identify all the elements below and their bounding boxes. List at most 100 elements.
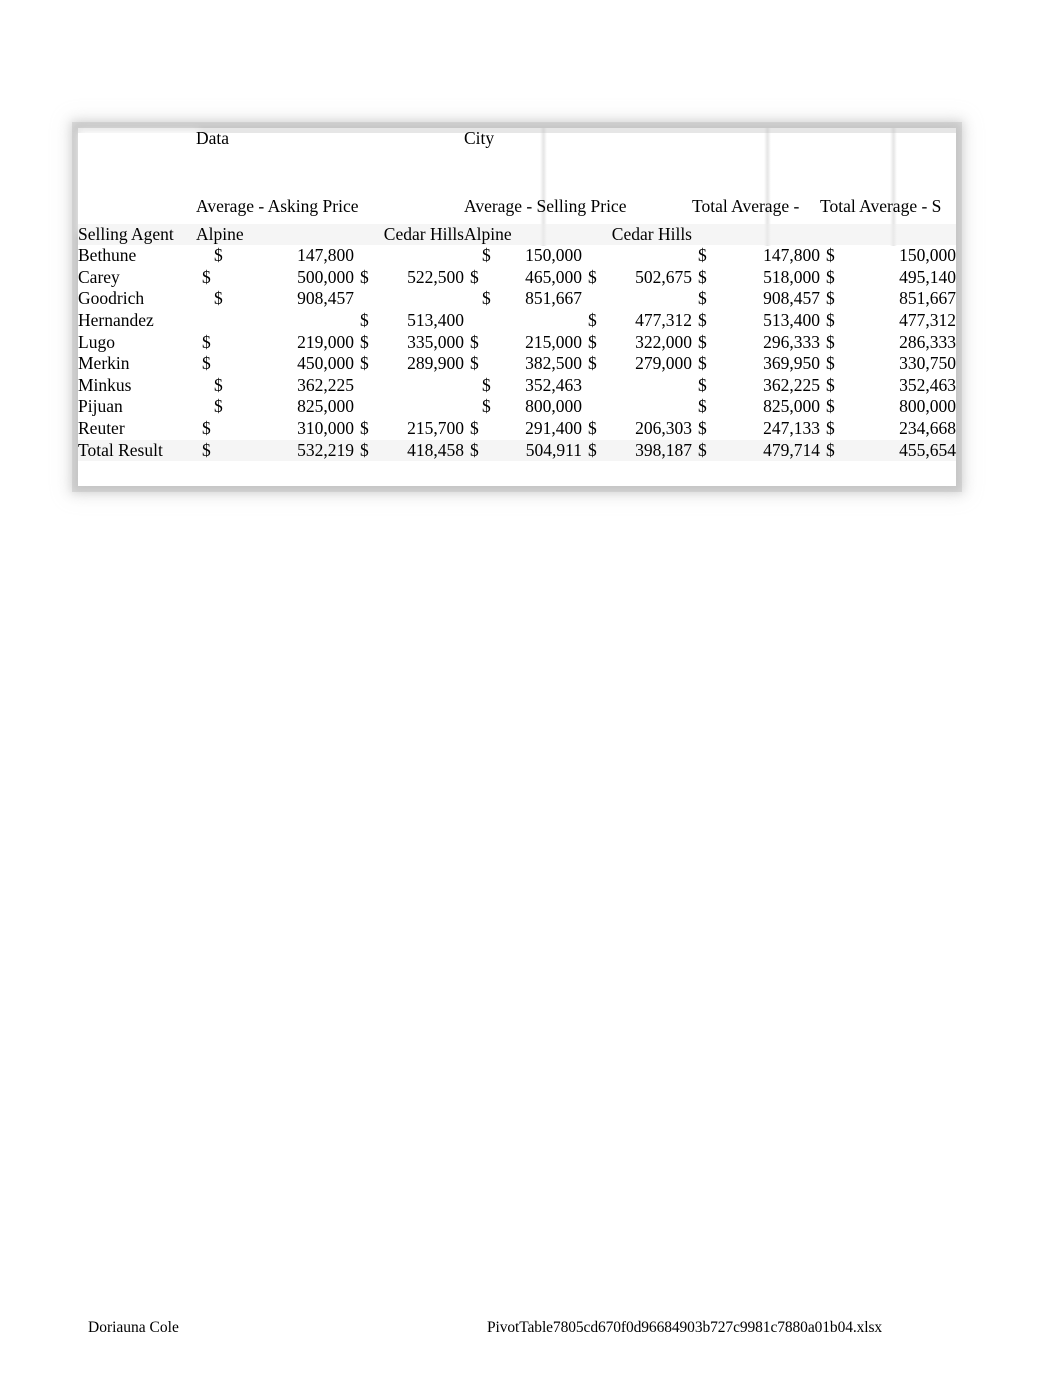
currency-symbol: $: [588, 417, 597, 438]
pivot-corner-cell: [78, 128, 196, 150]
currency-symbol: $: [482, 374, 491, 395]
cell-value: 382,500: [525, 353, 582, 374]
currency-symbol: $: [202, 417, 211, 438]
spacer-cell-6: [820, 150, 956, 196]
currency-symbol: $: [588, 353, 597, 374]
subheader-selling-cedar-hills[interactable]: Cedar Hills: [582, 223, 692, 246]
cell-asking-price-cedar-hills: [354, 288, 464, 310]
measure-label-selling-price[interactable]: Average - Selling Price: [464, 196, 626, 224]
row-label-minkus[interactable]: Minkus: [78, 375, 196, 397]
currency-symbol: $: [360, 331, 369, 352]
cell-selling-price-cedar-hills: $502,675: [582, 267, 692, 289]
currency-symbol: $: [214, 288, 223, 309]
currency-symbol: $: [698, 417, 707, 438]
cell-asking-price-cedar-hills: $418,458: [354, 439, 464, 462]
cell-asking-price-alpine: $532,219: [196, 439, 354, 462]
cell-total-average-asking-price: $296,333: [692, 332, 820, 354]
spacer-cell-0: [78, 150, 196, 196]
currency-symbol: $: [470, 331, 479, 352]
currency-symbol: $: [826, 266, 835, 287]
table-row: Lugo $219,000 $335,000 $215,000 $322,000 $296…: [78, 332, 956, 354]
row-field-label-selling-agent[interactable]: Selling Agent: [78, 223, 196, 246]
cell-value: 908,457: [763, 288, 820, 309]
row-label-merkin[interactable]: Merkin: [78, 353, 196, 375]
spacer-cell-5: [692, 150, 820, 196]
cell-asking-price-alpine: [196, 310, 354, 332]
cell-total-average-selling-price: $851,667: [820, 288, 956, 310]
currency-symbol: $: [214, 374, 223, 395]
row-label-bethune[interactable]: Bethune: [78, 245, 196, 267]
cell-value: 330,750: [899, 353, 956, 374]
field-label-data[interactable]: Data: [196, 128, 354, 150]
row-label-hernandez[interactable]: Hernandez: [78, 310, 196, 332]
row-label-pijuan[interactable]: Pijuan: [78, 396, 196, 418]
currency-symbol: $: [360, 417, 369, 438]
cell-total-average-asking-price: $369,950: [692, 353, 820, 375]
cell-selling-price-cedar-hills: [582, 396, 692, 418]
cell-value: 150,000: [525, 245, 582, 266]
measure-spacer-cell-1: [354, 196, 464, 224]
currency-symbol: $: [588, 331, 597, 352]
cell-total-average-selling-price: $234,668: [820, 418, 956, 440]
cell-total-average-asking-price: $825,000: [692, 396, 820, 418]
row-label-carey[interactable]: Carey: [78, 267, 196, 289]
row-label-lugo[interactable]: Lugo: [78, 332, 196, 354]
table-row: Bethune $147,800 $150,000 $147,800 $150,000: [78, 245, 956, 267]
subheader-asking-cedar-hills[interactable]: Cedar Hills: [354, 223, 464, 246]
currency-symbol: $: [826, 353, 835, 374]
cell-asking-price-cedar-hills: [354, 396, 464, 418]
cell-value: 800,000: [899, 396, 956, 417]
cell-asking-price-alpine: $310,000: [196, 418, 354, 440]
currency-symbol: $: [826, 309, 835, 330]
currency-symbol: $: [826, 396, 835, 417]
cell-value: 362,225: [297, 374, 354, 395]
currency-symbol: $: [482, 245, 491, 266]
cell-value: 219,000: [297, 331, 354, 352]
pivot-table-region[interactable]: Data City Average - Asking Price Average…: [78, 128, 956, 486]
currency-symbol: $: [826, 288, 835, 309]
cell-value: 362,225: [763, 374, 820, 395]
table-row: Hernandez $513,400 $477,312 $513,400 $477,31…: [78, 310, 956, 332]
cell-value: 296,333: [763, 331, 820, 352]
cell-asking-price-cedar-hills: [354, 245, 464, 267]
row-label-goodrich[interactable]: Goodrich: [78, 288, 196, 310]
measure-label-total-average-asking[interactable]: Total Average -: [692, 196, 820, 224]
cell-selling-price-alpine: $851,667: [464, 288, 582, 310]
currency-symbol: $: [470, 353, 479, 374]
field-label-city[interactable]: City: [464, 128, 582, 150]
cell-value: 513,400: [763, 309, 820, 330]
cell-value: 477,312: [635, 309, 692, 330]
row-label-reuter[interactable]: Reuter: [78, 418, 196, 440]
pivot-table[interactable]: Data City Average - Asking Price Average…: [78, 128, 956, 462]
cell-value: 502,675: [635, 266, 692, 287]
cell-selling-price-cedar-hills: $279,000: [582, 353, 692, 375]
measure-label-total-average-selling[interactable]: Total Average - S: [820, 196, 956, 224]
cell-selling-price-alpine: $504,911: [464, 439, 582, 462]
cell-selling-price-alpine: $291,400: [464, 418, 582, 440]
currency-symbol: $: [588, 266, 597, 287]
cell-asking-price-cedar-hills: $335,000: [354, 332, 464, 354]
cell-selling-price-cedar-hills: [582, 375, 692, 397]
currency-symbol: $: [360, 266, 369, 287]
cell-selling-price-cedar-hills: [582, 245, 692, 267]
cell-total-average-asking-price: $147,800: [692, 245, 820, 267]
row-label-total-result[interactable]: Total Result: [78, 439, 196, 462]
currency-symbol: $: [698, 353, 707, 374]
spacer-cell-2: [354, 150, 464, 196]
measure-label-asking-price[interactable]: Average - Asking Price: [196, 196, 358, 224]
currency-symbol: $: [202, 266, 211, 287]
currency-symbol: $: [588, 309, 597, 330]
cell-total-average-selling-price: $495,140: [820, 267, 956, 289]
cell-value: 825,000: [763, 396, 820, 417]
cell-value: 908,457: [297, 288, 354, 309]
spacer-cell-3: [464, 150, 582, 196]
cell-total-average-selling-price: $330,750: [820, 353, 956, 375]
subheader-selling-alpine[interactable]: Alpine: [464, 223, 582, 246]
currency-symbol: $: [214, 245, 223, 266]
currency-symbol: $: [698, 309, 707, 330]
subheader-asking-alpine[interactable]: Alpine: [196, 223, 354, 246]
cell-value: 279,000: [635, 353, 692, 374]
cell-value: 851,667: [525, 288, 582, 309]
currency-symbol: $: [202, 353, 211, 374]
cell-total-average-asking-price: $479,714: [692, 439, 820, 462]
